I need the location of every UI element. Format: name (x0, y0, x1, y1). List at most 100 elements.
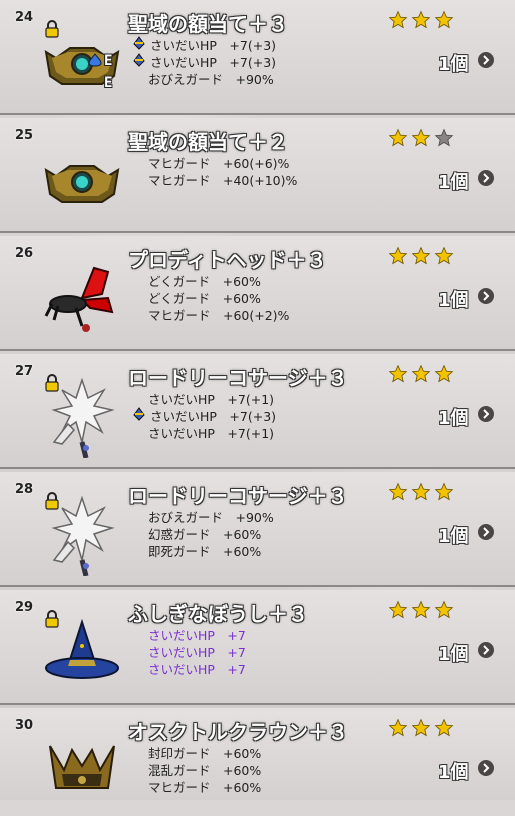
chevron-right-icon[interactable] (478, 642, 494, 658)
lock-icon (44, 374, 60, 396)
item-count: 1個 (438, 290, 469, 311)
item-name: 聖域の額当て＋２ (128, 130, 288, 154)
item-count: 1個 (438, 172, 469, 193)
rarity-stars (388, 128, 454, 148)
rarity-stars (388, 718, 454, 738)
star-icon (411, 718, 431, 738)
stat-line: マヒガード +60% (132, 778, 262, 795)
rarity-stars (388, 364, 454, 384)
badge-icon (132, 406, 148, 424)
stat-line: さいだいHP +7(+1) (132, 424, 276, 441)
item-name: 聖域の額当て＋３ (128, 12, 288, 36)
list-item[interactable]: 24 E E 聖域の額当て＋３ さいだいHP +7(+3) さいだいHP +7(… (0, 0, 515, 115)
item-stats: さいだいHP +7 さいだいHP +7 さいだいHP +7 (132, 626, 246, 677)
star-icon (411, 482, 431, 502)
stat-text: マヒガード +60% (148, 779, 262, 795)
list-item[interactable]: 27 ロードリーコサージ＋３ さいだいHP +7(+1) さいだいHP +7(+… (0, 354, 515, 469)
list-item[interactable]: 25 聖域の額当て＋２ マヒガード +60(+6)% マヒガード +40(+10… (0, 118, 515, 233)
item-number: 28 (15, 482, 34, 497)
stat-line: マヒガード +40(+10)% (132, 171, 298, 188)
list-item[interactable]: 29 ふしぎなぼうし＋３ さいだいHP +7 さいだいHP +7 さいだいHP … (0, 590, 515, 705)
chevron-right-icon[interactable] (478, 760, 494, 776)
lock-icon (44, 492, 60, 514)
star-icon (434, 246, 454, 266)
star-icon (434, 364, 454, 384)
item-number: 25 (15, 128, 34, 143)
chevron-right-icon[interactable] (478, 52, 494, 68)
stat-line: おびえガード +90% (132, 70, 276, 87)
stat-line: どくガード +60% (132, 289, 289, 306)
item-count: 1個 (438, 644, 469, 665)
item-stats: さいだいHP +7(+3) さいだいHP +7(+3) おびえガード +90% (132, 35, 276, 87)
stat-line: 即死ガード +60% (132, 542, 274, 559)
star-icon (388, 482, 408, 502)
star-icon (434, 482, 454, 502)
stat-line: さいだいHP +7 (132, 643, 246, 660)
item-stats: 封印ガード +60% 混乱ガード +60% マヒガード +60% (132, 744, 262, 795)
star-icon (434, 600, 454, 620)
stat-line: さいだいHP +7(+3) (132, 406, 276, 424)
stat-line: さいだいHP +7(+3) (132, 52, 276, 70)
item-name: オスクトルクラウン＋３ (128, 720, 348, 744)
list-item[interactable]: 28 ロードリーコサージ＋３ おびえガード +90% 幻惑ガード +60% 即死… (0, 472, 515, 587)
star-icon (388, 246, 408, 266)
star-icon (411, 600, 431, 620)
lock-icon (44, 610, 60, 632)
stat-line: さいだいHP +7 (132, 660, 246, 677)
star-icon (434, 718, 454, 738)
item-name: ロードリーコサージ＋３ (128, 484, 348, 508)
star-icon (388, 600, 408, 620)
item-count: 1個 (438, 54, 469, 75)
list-item[interactable]: 26 プロディトヘッド＋３ どくガード +60% どくガード +60% マヒガー… (0, 236, 515, 351)
rarity-stars (388, 482, 454, 502)
dark-crown-icon (42, 726, 122, 812)
item-stats: さいだいHP +7(+1) さいだいHP +7(+3) さいだいHP +7(+1… (132, 390, 276, 441)
item-name: プロディトヘッド＋３ (128, 248, 327, 272)
stat-text: マヒガード +40(+10)% (148, 172, 298, 188)
star-icon (434, 10, 454, 30)
item-number: 27 (15, 364, 34, 379)
stat-text: マヒガード +60(+2)% (148, 307, 290, 323)
item-count: 1個 (438, 408, 469, 429)
equipped-mark: E (104, 75, 113, 91)
stat-line: どくガード +60% (132, 272, 289, 289)
lock-icon (44, 20, 60, 42)
slime-icon (88, 52, 102, 71)
rarity-stars (388, 10, 454, 30)
item-number: 24 (15, 10, 34, 25)
equipped-mark: E (104, 53, 113, 69)
stat-line: マヒガード +60(+6)% (132, 154, 297, 171)
item-stats: どくガード +60% どくガード +60% マヒガード +60(+2)% (132, 272, 290, 323)
stat-line: 幻惑ガード +60% (132, 525, 274, 542)
star-icon (411, 246, 431, 266)
item-number: 26 (15, 246, 34, 261)
item-name: ふしぎなぼうし＋３ (128, 602, 308, 626)
star-icon (388, 128, 408, 148)
star-icon (411, 10, 431, 30)
chevron-right-icon[interactable] (478, 524, 494, 540)
item-stats: マヒガード +60(+6)% マヒガード +40(+10)% (132, 154, 298, 188)
stat-line: 混乱ガード +60% (132, 761, 261, 778)
chevron-right-icon[interactable] (478, 288, 494, 304)
stat-line: マヒガード +60(+2)% (132, 306, 290, 323)
stat-line: さいだいHP +7 (132, 626, 246, 643)
item-name: ロードリーコサージ＋３ (128, 366, 348, 390)
chevron-right-icon[interactable] (478, 170, 494, 186)
stat-line: 封印ガード +60% (132, 744, 261, 761)
stat-line: さいだいHP +7(+1) (132, 390, 276, 407)
insect-helm-icon (42, 254, 122, 340)
item-count: 1個 (438, 526, 469, 547)
stat-text: さいだいHP +7(+1) (148, 425, 275, 441)
badge-icon (132, 35, 148, 53)
item-number: 29 (15, 600, 34, 615)
stat-line: さいだいHP +7(+3) (132, 35, 276, 53)
item-stats: おびえガード +90% 幻惑ガード +60% 即死ガード +60% (132, 508, 274, 559)
star-icon (411, 128, 431, 148)
rarity-stars (388, 600, 454, 620)
star-icon (411, 364, 431, 384)
star-icon (388, 10, 408, 30)
chevron-right-icon[interactable] (478, 406, 494, 422)
crown-circlet-icon (42, 136, 122, 222)
badge-icon (132, 52, 148, 70)
list-item[interactable]: 30 オスクトルクラウン＋３ 封印ガード +60% 混乱ガード +60% マヒガ… (0, 708, 515, 800)
